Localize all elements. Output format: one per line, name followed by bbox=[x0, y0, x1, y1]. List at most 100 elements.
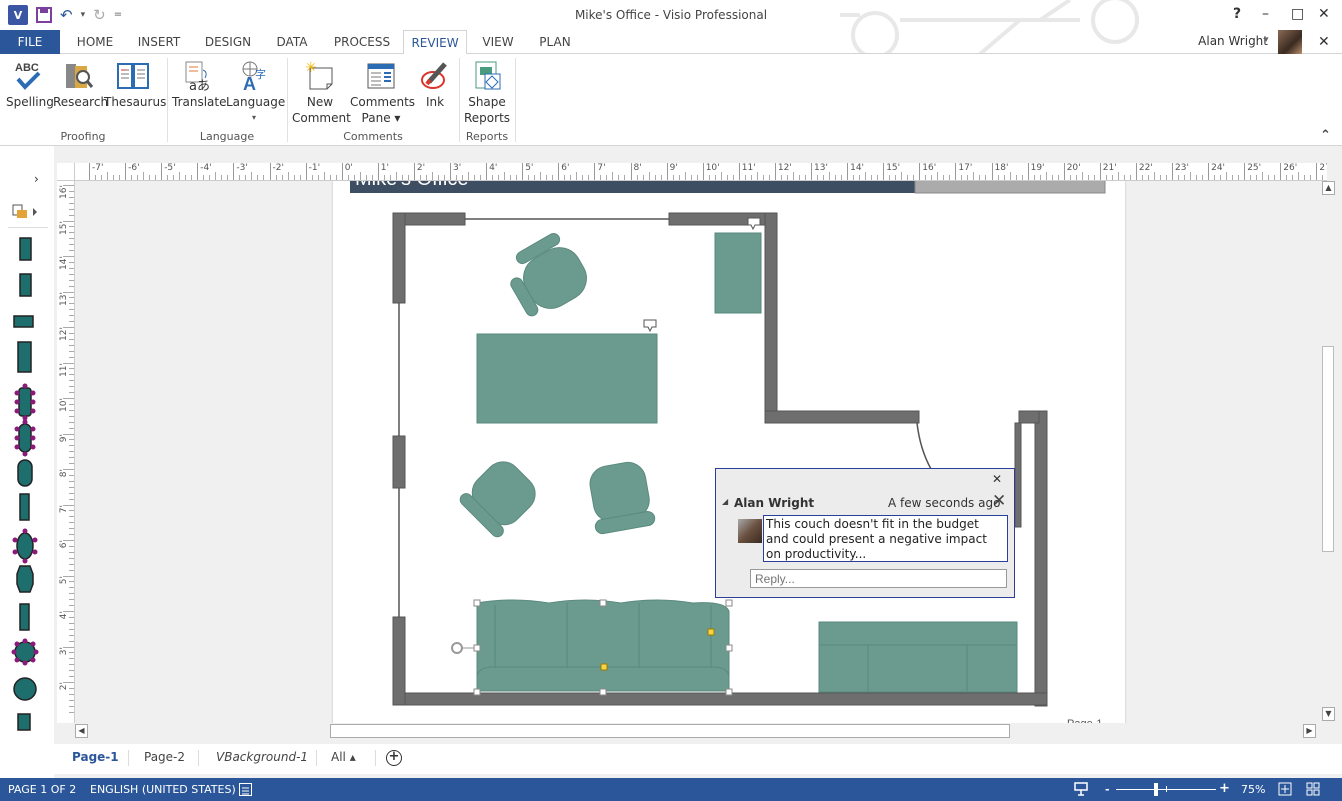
stencil-shape-long-table bbox=[19, 603, 30, 631]
macro-recorder-icon[interactable] bbox=[239, 783, 252, 796]
page-tab-vbackground-1[interactable]: VBackground-1 bbox=[216, 750, 308, 764]
ruler-tick bbox=[131, 175, 133, 180]
stencil-shape-table-tall bbox=[17, 341, 32, 373]
expand-shapes-icon[interactable]: › bbox=[34, 172, 39, 186]
ruler-tick bbox=[69, 232, 74, 234]
ruler-tick bbox=[69, 208, 74, 210]
ruler-tick bbox=[1256, 175, 1258, 180]
ruler-tick bbox=[69, 421, 74, 423]
horizontal-ruler[interactable]: -7' -6' -5' -4' -3' -2' -1' 0' 1' 2' 3' 4' 5' 6' 7' 8' 9… bbox=[75, 163, 1327, 181]
ruler-tick bbox=[540, 172, 542, 180]
ruler-tick bbox=[179, 172, 181, 180]
group-reports-label: Reports bbox=[465, 130, 509, 143]
wall-right-top-cap bbox=[1018, 410, 1040, 424]
tab-data[interactable]: DATA bbox=[268, 30, 316, 54]
shape-reports-icon bbox=[464, 58, 510, 94]
user-avatar[interactable] bbox=[1278, 30, 1302, 54]
comment-collapse-icon[interactable]: ◢ bbox=[722, 497, 728, 506]
comment-reply-input[interactable] bbox=[750, 569, 1007, 588]
presentation-mode-icon[interactable] bbox=[1074, 782, 1088, 796]
vertical-scroll-thumb[interactable] bbox=[1322, 346, 1334, 552]
tab-insert[interactable]: INSERT bbox=[130, 30, 188, 54]
ruler-tick bbox=[877, 175, 879, 180]
user-name[interactable]: Alan Wright bbox=[1198, 34, 1268, 48]
scroll-left-button[interactable]: ◀ bbox=[75, 724, 88, 738]
ruler-tick bbox=[69, 599, 74, 601]
add-page-button[interactable]: + bbox=[386, 750, 402, 766]
ruler-tick bbox=[1021, 175, 1023, 180]
fit-to-window-icon[interactable] bbox=[1278, 782, 1292, 796]
ruler-label: 16' bbox=[59, 185, 69, 199]
ruler-tick bbox=[63, 682, 74, 683]
shape-reports-button[interactable]: Shape Reports bbox=[464, 58, 510, 126]
page-tab-page-1[interactable]: Page-1 bbox=[72, 750, 119, 764]
ruler-tick bbox=[1178, 175, 1180, 180]
tab-design[interactable]: DESIGN bbox=[198, 30, 258, 54]
new-comment-button[interactable]: ✳ New Comment bbox=[292, 58, 351, 126]
ink-label: Ink bbox=[425, 95, 445, 109]
switch-windows-icon[interactable] bbox=[1306, 782, 1320, 796]
tab-plan[interactable]: PLAN bbox=[530, 30, 580, 54]
horizontal-scroll-thumb[interactable] bbox=[330, 724, 1010, 738]
vertical-scrollbar[interactable]: ▲ ▼ bbox=[1320, 181, 1336, 723]
ruler-tick bbox=[69, 687, 74, 689]
zoom-slider-thumb[interactable] bbox=[1153, 783, 1158, 796]
horizontal-scrollbar[interactable]: ◀ ▶ bbox=[75, 723, 1320, 739]
ruler-tick bbox=[1262, 172, 1264, 180]
zoom-out-button[interactable]: - bbox=[1105, 783, 1110, 796]
close-button[interactable]: ✕ bbox=[1318, 6, 1330, 22]
stencil-shape-desk bbox=[19, 237, 32, 261]
scroll-right-button[interactable]: ▶ bbox=[1303, 724, 1316, 738]
tab-home[interactable]: HOME bbox=[66, 30, 124, 54]
bookshelf bbox=[714, 232, 762, 314]
ruler-tick bbox=[871, 175, 873, 180]
door-swing bbox=[916, 422, 932, 470]
all-pages-button[interactable]: All ▴ bbox=[331, 750, 356, 764]
help-button[interactable]: ? bbox=[1233, 6, 1241, 22]
ruler-tick bbox=[504, 172, 506, 180]
thesaurus-button[interactable]: Thesaurus bbox=[104, 58, 166, 110]
language-button[interactable]: A字 Language ▾ bbox=[226, 58, 286, 126]
close-document-button[interactable]: ✕ bbox=[1318, 34, 1330, 50]
tab-view[interactable]: VIEW bbox=[476, 30, 520, 54]
drawing-canvas[interactable]: Mike's Office bbox=[75, 181, 1320, 723]
collapse-ribbon-button[interactable]: ⌃ bbox=[1320, 128, 1331, 143]
tab-process[interactable]: PROCESS bbox=[326, 30, 398, 54]
page-tab-page-2[interactable]: Page-2 bbox=[144, 750, 185, 764]
ruler-tick bbox=[63, 469, 74, 470]
tab-review[interactable]: REVIEW bbox=[403, 30, 467, 55]
tab-file[interactable]: FILE bbox=[0, 30, 60, 54]
ink-button[interactable]: Ink bbox=[418, 58, 452, 110]
zoom-level[interactable]: 75% bbox=[1241, 783, 1265, 796]
ruler-tick bbox=[63, 575, 74, 577]
ruler-tick bbox=[1238, 175, 1240, 180]
ruler-tick bbox=[889, 175, 891, 180]
vertical-ruler[interactable]: 16' 15' 14' 13' 12' 11' 10' 9' 8' 7' 6' 5' 4' 3' 2' bbox=[57, 181, 75, 723]
page-indicator[interactable]: PAGE 1 OF 2 bbox=[8, 783, 76, 796]
user-dropdown-icon[interactable]: ▾ bbox=[1264, 35, 1269, 45]
language-indicator[interactable]: ENGLISH (UNITED STATES) bbox=[90, 783, 236, 796]
comments-pane-button[interactable]: Comments Pane ▾ bbox=[350, 58, 415, 126]
scroll-down-button[interactable]: ▼ bbox=[1322, 707, 1335, 721]
ruler-tick bbox=[835, 175, 837, 180]
ruler-tick bbox=[293, 175, 295, 180]
stencil-folder-icon[interactable] bbox=[12, 204, 42, 220]
comment-close-button[interactable]: ✕ bbox=[992, 472, 1002, 486]
ruler-tick bbox=[69, 338, 74, 340]
minimize-button[interactable]: – bbox=[1262, 6, 1269, 22]
ruler-tick bbox=[69, 445, 74, 447]
comment-delete-button[interactable]: ✕ bbox=[992, 491, 1006, 511]
scroll-up-button[interactable]: ▲ bbox=[1322, 181, 1335, 195]
translate-button[interactable]: aあ Translate bbox=[172, 58, 227, 110]
ruler-tick bbox=[456, 175, 458, 180]
svg-text:字: 字 bbox=[255, 67, 266, 81]
zoom-in-button[interactable]: + bbox=[1219, 781, 1230, 796]
maximize-button[interactable]: □ bbox=[1291, 6, 1304, 22]
comment-text[interactable]: This couch doesn't fit in the budget and… bbox=[763, 515, 1008, 562]
research-button[interactable]: Research bbox=[53, 58, 108, 110]
comments-pane-label-2: Pane ▾ bbox=[361, 111, 401, 125]
language-label: Language bbox=[226, 95, 286, 109]
status-bar: PAGE 1 OF 2 ENGLISH (UNITED STATES) - + … bbox=[0, 778, 1342, 801]
spelling-button[interactable]: ABC Spelling bbox=[6, 58, 54, 110]
ruler-tick bbox=[798, 175, 800, 180]
